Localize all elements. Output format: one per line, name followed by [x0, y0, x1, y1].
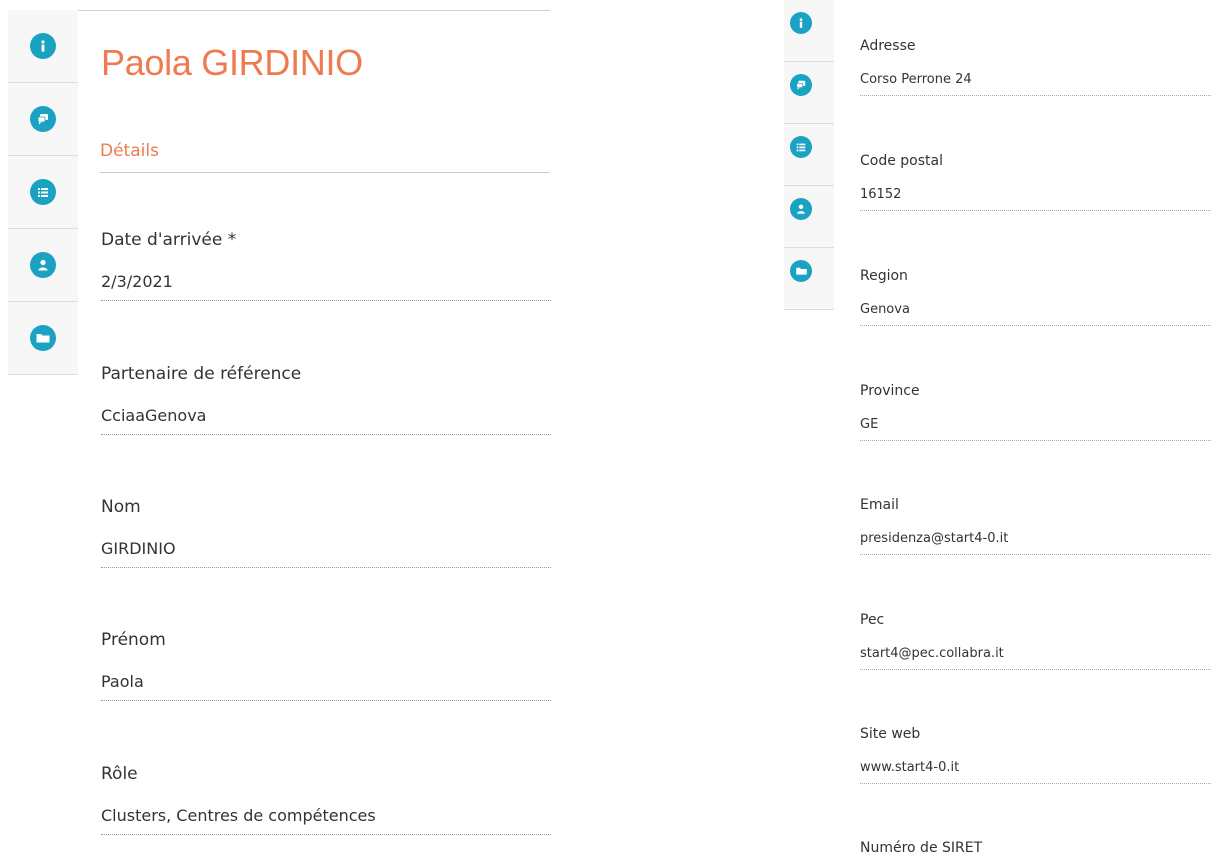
- field-label: Numéro de SIRET: [860, 840, 983, 856]
- top-divider: [78, 10, 550, 11]
- field-address: Adresse Corso Perrone 24: [860, 38, 1211, 96]
- field-label: Rôle: [101, 764, 138, 784]
- icon-rail-right: [784, 0, 854, 310]
- rail-tab-user[interactable]: [784, 186, 834, 248]
- rail-tab-list[interactable]: [784, 124, 834, 186]
- field-last-name: Nom GIRDINIO: [101, 497, 551, 568]
- field-value[interactable]: GE: [860, 417, 1211, 441]
- field-role: Rôle Clusters, Centres de compétences: [101, 764, 551, 835]
- field-value[interactable]: www.start4-0.it: [860, 760, 1211, 784]
- field-value[interactable]: CciaaGenova: [101, 406, 551, 435]
- icon-rail-left: [8, 10, 78, 375]
- field-value[interactable]: start4@pec.collabra.it: [860, 646, 1211, 670]
- field-region: Region Genova: [860, 268, 1211, 326]
- field-value[interactable]: presidenza@start4-0.it: [860, 531, 1211, 555]
- field-reference-partner: Partenaire de référence CciaaGenova: [101, 364, 551, 435]
- rail-tab-info[interactable]: [784, 0, 834, 62]
- info-icon: [30, 33, 56, 59]
- info-icon: [790, 12, 812, 34]
- rail-tab-info[interactable]: [8, 10, 78, 83]
- field-label: Site web: [860, 726, 921, 742]
- left-panel: Paola GIRDINIO Détails Date d'arrivée * …: [0, 0, 560, 859]
- field-label: Nom: [101, 497, 141, 517]
- field-value[interactable]: Corso Perrone 24: [860, 72, 1211, 96]
- field-label: Province: [860, 383, 920, 399]
- field-label: Date d'arrivée *: [101, 230, 237, 250]
- field-value[interactable]: Paola: [101, 672, 551, 701]
- field-label: Pec: [860, 612, 885, 628]
- field-province: Province GE: [860, 383, 1211, 441]
- page-title: Paola GIRDINIO: [101, 42, 363, 83]
- chat-bubble-icon: [790, 74, 812, 96]
- field-website: Site web www.start4-0.it: [860, 726, 1211, 784]
- folder-icon: [30, 325, 56, 351]
- user-icon: [30, 252, 56, 278]
- field-label: Code postal: [860, 153, 943, 169]
- field-label: Adresse: [860, 38, 916, 54]
- rail-tab-user[interactable]: [8, 229, 78, 302]
- field-label: Region: [860, 268, 908, 284]
- field-label: Prénom: [101, 630, 166, 650]
- chat-bubble-icon: [30, 106, 56, 132]
- rail-tab-folder[interactable]: [8, 302, 78, 375]
- field-arrival-date: Date d'arrivée * 2/3/2021: [101, 230, 551, 301]
- list-icon: [790, 136, 812, 158]
- field-value[interactable]: 16152: [860, 187, 1211, 211]
- field-value[interactable]: 2/3/2021: [101, 272, 551, 301]
- section-divider: [100, 172, 550, 173]
- rail-tab-folder[interactable]: [784, 248, 834, 310]
- field-value[interactable]: Genova: [860, 302, 1211, 326]
- rail-tab-chat[interactable]: [8, 83, 78, 156]
- field-value[interactable]: GIRDINIO: [101, 539, 551, 568]
- field-label: Partenaire de référence: [101, 364, 302, 384]
- user-icon: [790, 198, 812, 220]
- field-pec: Pec start4@pec.collabra.it: [860, 612, 1211, 670]
- field-email: Email presidenza@start4-0.it: [860, 497, 1211, 555]
- field-value[interactable]: Clusters, Centres de compétences: [101, 806, 551, 835]
- rail-tab-chat[interactable]: [784, 62, 834, 124]
- field-postal-code: Code postal 16152: [860, 153, 1211, 211]
- list-icon: [30, 179, 56, 205]
- folder-icon: [790, 260, 812, 282]
- field-siret-number: Numéro de SIRET: [860, 840, 1211, 856]
- field-first-name: Prénom Paola: [101, 630, 551, 701]
- section-title-details: Détails: [100, 141, 159, 161]
- field-label: Email: [860, 497, 899, 513]
- right-panel: Adresse Corso Perrone 24 Code postal 161…: [760, 0, 1211, 859]
- rail-tab-list[interactable]: [8, 156, 78, 229]
